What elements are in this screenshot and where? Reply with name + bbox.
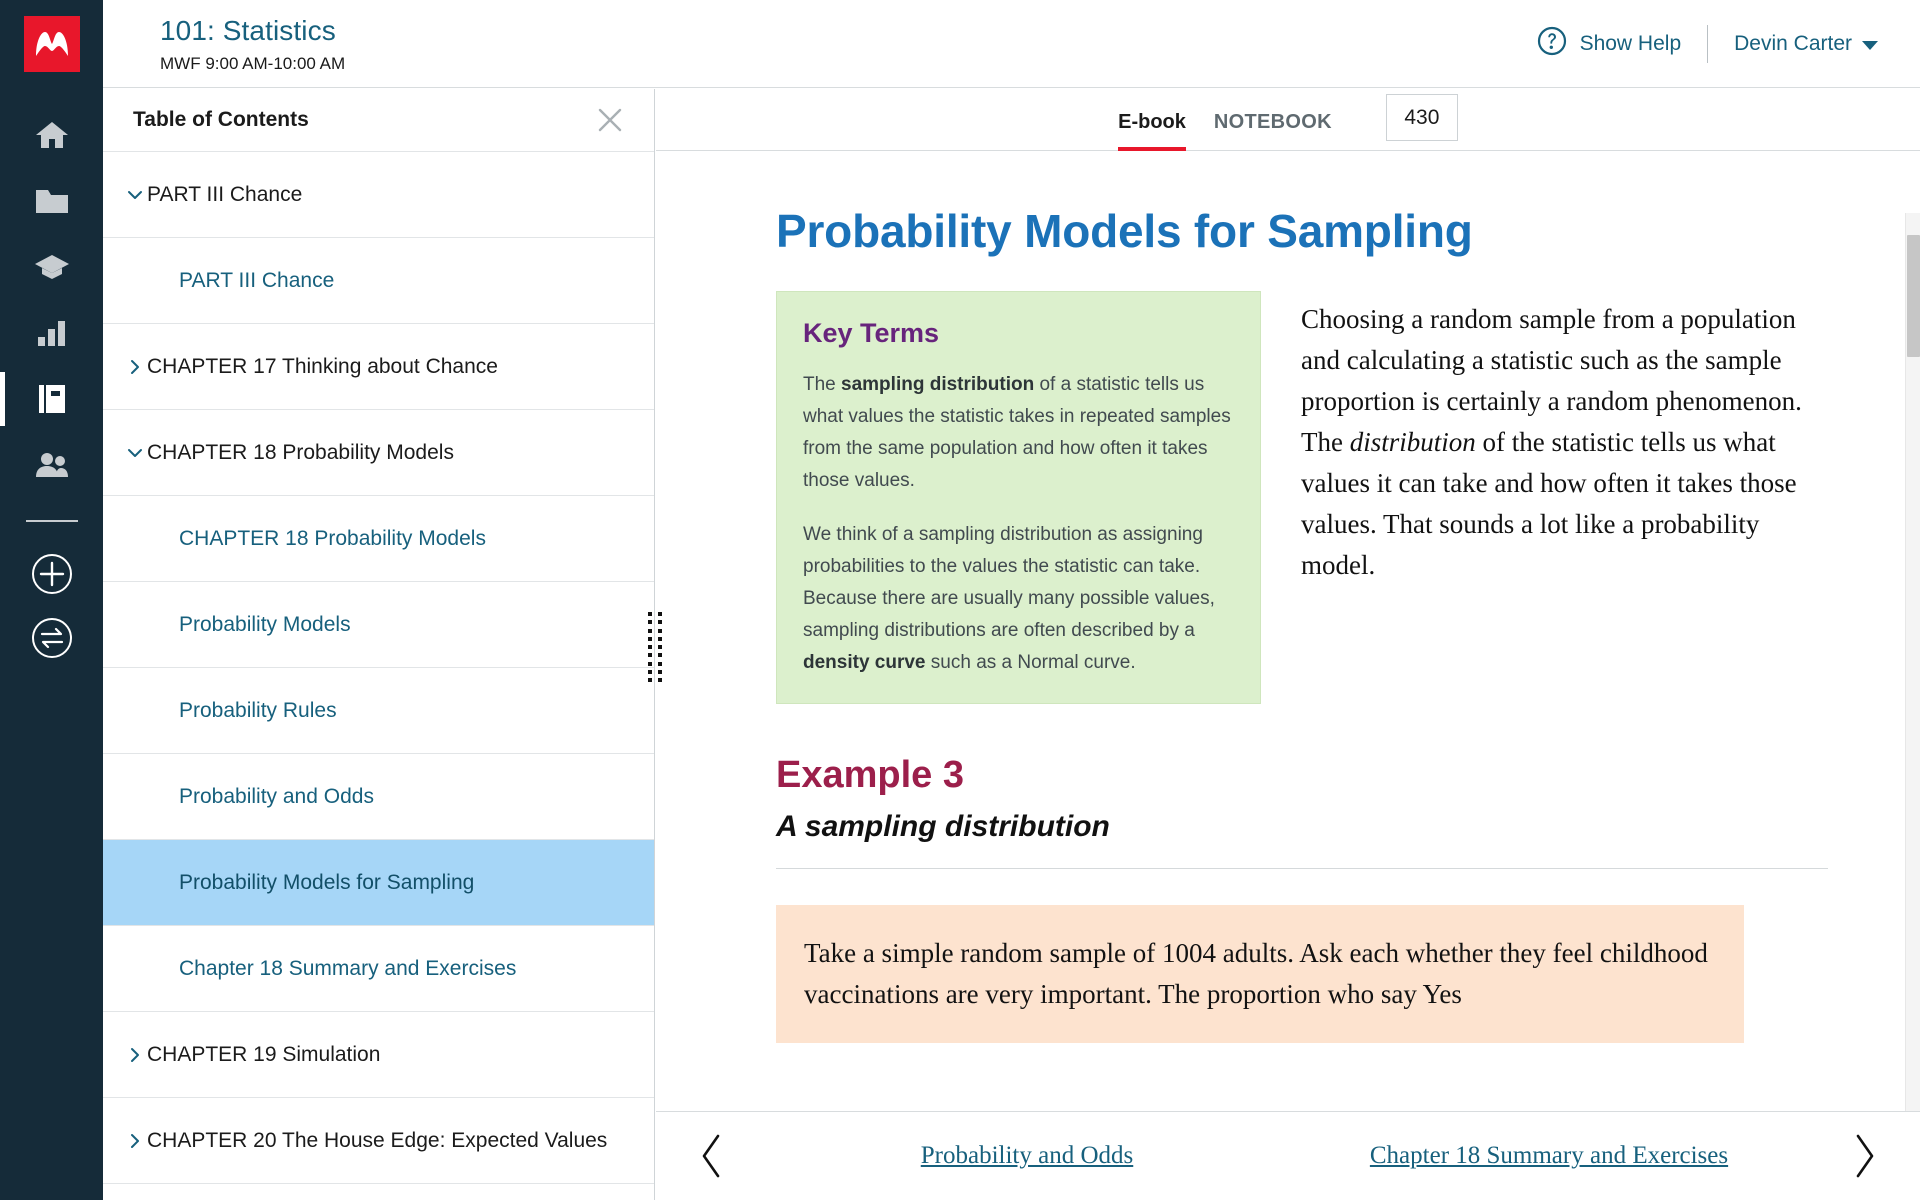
toc-item[interactable]: CHAPTER 20 The House Edge: Expected Valu… <box>103 1098 654 1184</box>
document-title: Probability Models for Sampling <box>776 205 1473 257</box>
left-nav-rail <box>0 0 103 1200</box>
toc-item[interactable]: Probability and Odds <box>103 754 654 840</box>
toc-item-label: Chapter 18 Summary and Exercises <box>179 956 517 980</box>
sidebar-item-courses[interactable] <box>0 234 103 300</box>
sidebar-item-home[interactable] <box>0 102 103 168</box>
example-callout-text: Take a simple random sample of 1004 adul… <box>804 938 1708 1009</box>
show-help-button[interactable]: Show Help <box>1537 26 1682 62</box>
next-section-link[interactable]: Chapter 18 Summary and Exercises <box>1370 1142 1728 1170</box>
toc-item-label: Probability Models for Sampling <box>179 870 475 894</box>
toc-item[interactable]: Probability Models <box>103 582 654 668</box>
toc-item[interactable]: Chapter 18 Summary and Exercises <box>103 926 654 1012</box>
sidebar-item-gradebook[interactable] <box>0 300 103 366</box>
header-actions: Show Help Devin Carter <box>1537 24 1878 63</box>
example-subheading: A sampling distribution <box>776 810 1110 843</box>
app-header: 101: Statistics MWF 9:00 AM-10:00 AM Sho… <box>103 0 1920 88</box>
toc-item[interactable]: Probability Models for Sampling <box>103 840 654 926</box>
bottom-navigation: Probability and Odds Chapter 18 Summary … <box>656 1111 1920 1200</box>
key-terms-body: The sampling distribution of a statistic… <box>803 369 1232 679</box>
toc-item-label: PART III Chance <box>179 268 335 292</box>
sidebar-item-folder[interactable] <box>0 168 103 234</box>
rail-divider <box>25 520 78 522</box>
page-number-input[interactable]: 430 <box>1385 94 1458 141</box>
key-terms-paragraph: The sampling distribution of a statistic… <box>803 374 1231 491</box>
switch-course-button[interactable] <box>0 606 103 670</box>
previous-link-wrap: Probability and Odds <box>766 1142 1288 1170</box>
toc-header: Table of Contents <box>103 89 654 152</box>
toc-item[interactable]: CHAPTER 19 Simulation <box>103 1012 654 1098</box>
toc-item[interactable]: CHAPTER 18 Probability Models <box>103 410 654 496</box>
toc-title: Table of Contents <box>133 108 309 131</box>
tab-ebook[interactable]: E-book <box>1118 111 1186 151</box>
key-terms-paragraph: We think of a sampling distribution as a… <box>803 524 1215 673</box>
scrollbar-thumb[interactable] <box>1907 235 1920 357</box>
page-title[interactable]: 101: Statistics <box>160 14 345 48</box>
toc-item-label: Probability Models <box>179 612 351 636</box>
vertical-scrollbar[interactable] <box>1905 213 1920 1136</box>
close-icon[interactable] <box>594 104 626 136</box>
toc-item[interactable]: CHAPTER 18 Probability Models <box>103 496 654 582</box>
tab-notebook[interactable]: NOTEBOOK <box>1214 111 1332 150</box>
sidebar-item-ebook[interactable] <box>0 366 103 432</box>
toc-item[interactable]: PART III Chance <box>103 152 654 238</box>
key-terms-box: Key Terms The sampling distribution of a… <box>776 291 1261 704</box>
course-schedule: MWF 9:00 AM-10:00 AM <box>160 53 346 73</box>
toc-item-label: CHAPTER 19 Simulation <box>147 1042 381 1066</box>
example-callout: Take a simple random sample of 1004 adul… <box>776 905 1744 1043</box>
toc-list: PART III Chance PART III Chance CHAPTER 17… <box>103 152 654 1184</box>
next-link-wrap: Chapter 18 Summary and Exercises <box>1288 1142 1810 1170</box>
ebook-scroll-area: Probability Models for Sampling Key Term… <box>656 151 1920 1136</box>
question-circle-icon <box>1537 26 1567 62</box>
toc-item[interactable]: Probability Rules <box>103 668 654 754</box>
macmillan-m-logo[interactable] <box>23 16 80 72</box>
toc-item-label: Probability Rules <box>179 698 337 722</box>
chevron-down-icon[interactable] <box>103 185 147 205</box>
chevron-right-icon[interactable] <box>103 357 147 377</box>
user-menu-button[interactable]: Devin Carter <box>1734 32 1878 56</box>
toc-item[interactable]: CHAPTER 17 Thinking about Chance <box>103 324 654 410</box>
chevron-right-icon[interactable] <box>103 1131 147 1151</box>
sidebar-item-people[interactable] <box>0 432 103 498</box>
add-button[interactable] <box>0 542 103 606</box>
key-terms-heading: Key Terms <box>803 318 940 348</box>
content-tabbar: E-book NOTEBOOK 430 <box>656 89 1920 151</box>
body-paragraph: Choosing a random sample from a populati… <box>1301 304 1802 580</box>
table-of-contents-panel: Table of Contents PART III Chance PART II… <box>103 89 655 1200</box>
header-divider <box>1707 24 1709 63</box>
user-name-label: Devin Carter <box>1734 31 1852 55</box>
ebook-content-panel: E-book NOTEBOOK 430 Probability Models f… <box>656 89 1920 1200</box>
toc-item-label: CHAPTER 17 Thinking about Chance <box>147 354 498 378</box>
content-columns: Key Terms The sampling distribution of a… <box>776 291 1828 704</box>
previous-section-link[interactable]: Probability and Odds <box>921 1142 1134 1170</box>
example-divider <box>776 868 1828 869</box>
body-column: Choosing a random sample from a populati… <box>1301 291 1828 586</box>
toc-item-label: CHAPTER 18 Probability Models <box>179 526 486 550</box>
previous-page-arrow[interactable] <box>656 1132 766 1180</box>
chevron-down-icon[interactable] <box>103 443 147 463</box>
toc-item[interactable]: PART III Chance <box>103 238 654 324</box>
toc-item-label: CHAPTER 20 The House Edge: Expected Valu… <box>147 1128 608 1152</box>
toc-item-label: Probability and Odds <box>179 784 374 808</box>
drag-dots-icon[interactable] <box>648 612 662 682</box>
show-help-label: Show Help <box>1579 31 1682 55</box>
app-root: 101: Statistics MWF 9:00 AM-10:00 AM Sho… <box>0 0 1920 1200</box>
chevron-right-icon[interactable] <box>103 1045 147 1065</box>
ebook-page: Probability Models for Sampling Key Term… <box>656 151 1920 1043</box>
next-page-arrow[interactable] <box>1810 1132 1920 1180</box>
toc-item-label: CHAPTER 18 Probability Models <box>147 440 454 464</box>
example-heading: Example 3 <box>776 754 964 796</box>
toc-item-label: PART III Chance <box>147 182 303 206</box>
course-info: 101: Statistics MWF 9:00 AM-10:00 AM <box>160 14 345 74</box>
chevron-down-icon <box>1862 40 1878 50</box>
